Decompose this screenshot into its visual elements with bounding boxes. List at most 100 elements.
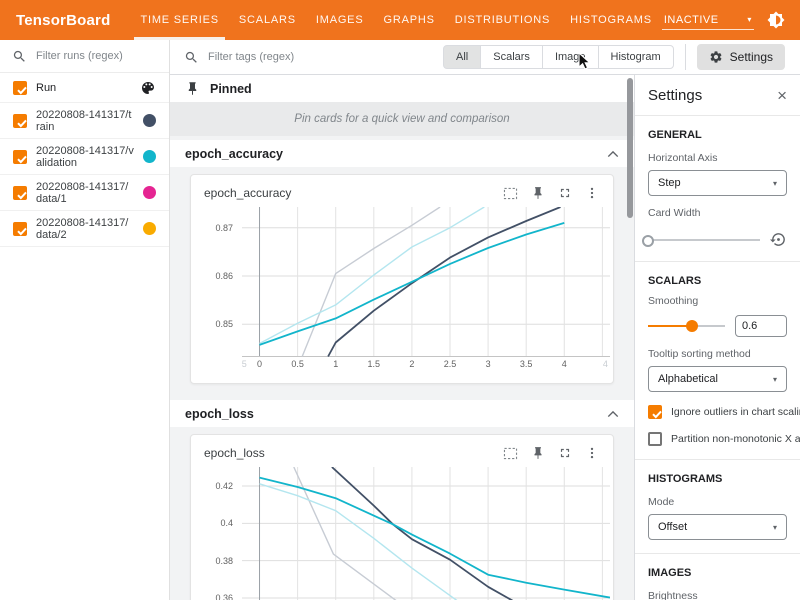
- pinned-header: Pinned: [170, 75, 634, 102]
- more-options-icon[interactable]: [585, 186, 599, 200]
- reset-icon[interactable]: [770, 231, 787, 248]
- card-title: epoch_loss: [204, 446, 265, 460]
- runs-sidebar: Filter runs (regex) Run 20220808-141317/…: [0, 40, 170, 600]
- section-header-epoch-loss[interactable]: epoch_loss: [170, 400, 634, 427]
- brightness-icon[interactable]: [767, 11, 785, 29]
- settings-panel: Settings × GENERAL Horizontal Axis Step …: [634, 75, 800, 600]
- search-icon: [12, 49, 27, 64]
- settings-button-label: Settings: [730, 50, 773, 64]
- epoch-accuracy-chart[interactable]: [242, 207, 610, 357]
- run-checkbox[interactable]: [13, 186, 27, 200]
- pinned-empty-message: Pin cards for a quick view and compariso…: [170, 102, 634, 136]
- horizontal-axis-value: Step: [658, 177, 681, 189]
- card-width-label: Card Width: [648, 207, 787, 219]
- run-status-value: INACTIVE: [664, 14, 719, 26]
- tooltip-sorting-label: Tooltip sorting method: [648, 348, 787, 360]
- tab-scalars[interactable]: SCALARS: [229, 0, 306, 40]
- x-axis-labels: 00.511.522.533.5454: [242, 357, 610, 371]
- tooltip-sorting-value: Alphabetical: [658, 373, 718, 385]
- tab-distributions[interactable]: DISTRIBUTIONS: [445, 0, 560, 40]
- run-row-data-1[interactable]: 20220808-141317/data/1: [0, 175, 169, 211]
- tab-histograms[interactable]: HISTOGRAMS: [560, 0, 662, 40]
- tab-graphs[interactable]: GRAPHS: [373, 0, 444, 40]
- app-logo: TensorBoard: [16, 12, 110, 29]
- horizontal-axis-select[interactable]: Step ▾: [648, 170, 787, 196]
- histogram-mode-select[interactable]: Offset ▾: [648, 514, 787, 540]
- run-label: 20220808-141317/validation: [36, 145, 134, 169]
- partition-x-axis-label: Partition non-monotonic X axis: [671, 433, 800, 445]
- pinned-title: Pinned: [210, 82, 252, 96]
- run-checkbox[interactable]: [13, 222, 27, 236]
- run-filter[interactable]: Filter runs (regex): [0, 40, 169, 73]
- run-label: 20220808-141317/data/1: [36, 181, 134, 205]
- fit-domain-icon[interactable]: [503, 187, 518, 200]
- pin-icon: [185, 81, 200, 96]
- pin-icon[interactable]: [531, 446, 545, 460]
- scalar-card-epoch-loss: epoch_loss 0.360.380.40.42: [190, 434, 614, 600]
- chip-histogram[interactable]: Histogram: [598, 45, 674, 69]
- chart-plot-wrap: 0.850.860.87: [242, 207, 613, 357]
- section-title: epoch_loss: [185, 407, 254, 421]
- run-list-header: Run: [0, 73, 169, 103]
- pin-icon[interactable]: [531, 186, 545, 200]
- tag-type-filter-chips: All Scalars Image Histogram: [443, 45, 674, 69]
- main-scrollbar-thumb[interactable]: [627, 78, 633, 218]
- brightness-label: Brightness: [648, 590, 787, 600]
- run-checkbox[interactable]: [13, 150, 27, 164]
- settings-section-histograms: HISTOGRAMS: [648, 473, 787, 485]
- section-title: epoch_accuracy: [185, 147, 283, 161]
- tag-filter[interactable]: Filter tags (regex): [184, 50, 443, 65]
- chip-scalars[interactable]: Scalars: [480, 45, 543, 69]
- smoothing-label: Smoothing: [648, 295, 787, 307]
- ignore-outliers-row[interactable]: Ignore outliers in chart scaling: [648, 405, 787, 419]
- card-title: epoch_accuracy: [204, 186, 291, 200]
- chevron-down-icon: ▾: [747, 15, 752, 24]
- partition-x-axis-checkbox[interactable]: [648, 432, 662, 446]
- run-column-header: Run: [36, 82, 131, 94]
- chevron-up-icon[interactable]: [607, 410, 619, 418]
- smoothing-slider[interactable]: [648, 319, 725, 333]
- search-icon: [184, 50, 199, 65]
- nav-tabs: TIME SERIES SCALARS IMAGES GRAPHS DISTRI…: [130, 0, 661, 40]
- select-all-checkbox[interactable]: [13, 81, 27, 95]
- palette-icon[interactable]: [140, 80, 156, 96]
- run-row-train[interactable]: 20220808-141317/train: [0, 103, 169, 139]
- run-checkbox[interactable]: [13, 114, 27, 128]
- run-filter-placeholder: Filter runs (regex): [36, 50, 123, 62]
- run-row-data-2[interactable]: 20220808-141317/data/2: [0, 211, 169, 247]
- tooltip-sorting-select[interactable]: Alphabetical ▾: [648, 366, 787, 392]
- card-width-slider[interactable]: [648, 233, 760, 247]
- fit-domain-icon[interactable]: [503, 447, 518, 460]
- cards-scroll-area: Pinned Pin cards for a quick view and co…: [170, 75, 634, 600]
- fullscreen-icon[interactable]: [558, 446, 572, 460]
- chevron-up-icon[interactable]: [607, 150, 619, 158]
- settings-button[interactable]: Settings: [697, 44, 785, 70]
- app-header: TensorBoard TIME SERIES SCALARS IMAGES G…: [0, 0, 800, 40]
- tensorboard-app: TensorBoard TIME SERIES SCALARS IMAGES G…: [0, 0, 800, 600]
- histogram-mode-value: Offset: [658, 521, 687, 533]
- fullscreen-icon[interactable]: [558, 186, 572, 200]
- horizontal-axis-label: Horizontal Axis: [648, 152, 787, 164]
- ignore-outliers-checkbox[interactable]: [648, 405, 662, 419]
- run-color-dot: [143, 222, 156, 235]
- section-header-epoch-accuracy[interactable]: epoch_accuracy: [170, 140, 634, 167]
- settings-panel-header: Settings ×: [648, 75, 787, 115]
- epoch-loss-chart[interactable]: [242, 467, 610, 600]
- settings-section-scalars: SCALARS: [648, 275, 787, 287]
- run-row-validation[interactable]: 20220808-141317/validation: [0, 139, 169, 175]
- chip-image[interactable]: Image: [542, 45, 599, 69]
- settings-panel-title: Settings: [648, 87, 702, 104]
- chip-all[interactable]: All: [443, 45, 481, 69]
- run-status-dropdown[interactable]: INACTIVE ▾: [662, 11, 754, 30]
- card-actions: [503, 186, 599, 200]
- chevron-down-icon: ▾: [773, 523, 777, 532]
- tab-time-series[interactable]: TIME SERIES: [130, 0, 228, 40]
- tab-images[interactable]: IMAGES: [306, 0, 374, 40]
- smoothing-input[interactable]: [735, 315, 787, 337]
- settings-section-images: IMAGES: [648, 567, 787, 579]
- run-label: 20220808-141317/data/2: [36, 217, 134, 241]
- partition-x-axis-row[interactable]: Partition non-monotonic X axis ?: [648, 432, 787, 446]
- more-options-icon[interactable]: [585, 446, 599, 460]
- close-icon[interactable]: ×: [777, 87, 787, 104]
- card-header: epoch_loss: [191, 435, 613, 461]
